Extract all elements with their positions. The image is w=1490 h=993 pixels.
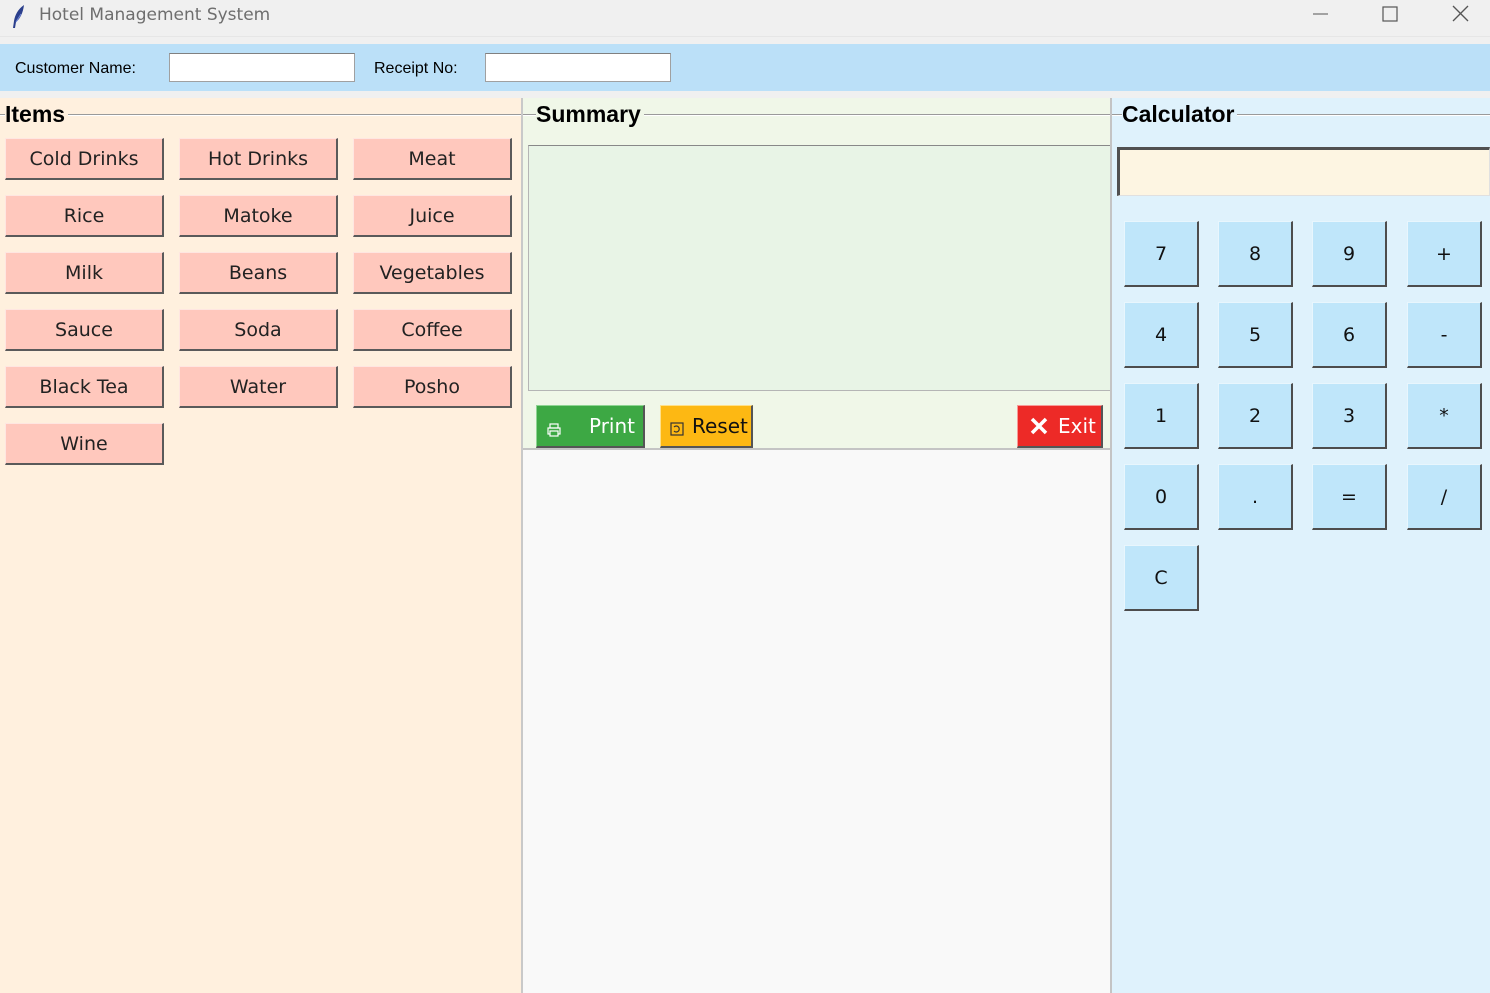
- item-button-meat[interactable]: Meat: [353, 138, 512, 180]
- reset-label: Reset: [692, 414, 748, 438]
- item-button-hot-drinks[interactable]: Hot Drinks: [179, 138, 338, 180]
- customer-name-input[interactable]: [169, 53, 355, 82]
- receipt-no-input[interactable]: [485, 53, 671, 82]
- calculator-panel: Calculator 7 8 9 +4 5 6- 1 2 3 * 0. = / C: [1110, 98, 1490, 993]
- close-icon[interactable]: [1430, 0, 1490, 30]
- customer-name-label: Customer Name:: [15, 60, 136, 77]
- calc-key-4[interactable]: 4: [1124, 302, 1199, 368]
- exit-button[interactable]: Exit: [1017, 405, 1103, 448]
- item-button-vegetables[interactable]: Vegetables: [353, 252, 512, 294]
- summary-title: Summary: [536, 101, 644, 128]
- calc-key-multiply[interactable]: *: [1407, 383, 1482, 449]
- summary-textbox[interactable]: [528, 145, 1111, 391]
- calc-key-minus[interactable]: -: [1407, 302, 1482, 368]
- item-button-soda[interactable]: Soda: [179, 309, 338, 351]
- calc-key-1[interactable]: 1: [1124, 383, 1199, 449]
- printer-icon: [547, 423, 561, 437]
- feather-icon: [13, 5, 24, 28]
- calc-key-divide[interactable]: /: [1407, 464, 1482, 530]
- calc-key-7[interactable]: 7: [1124, 221, 1199, 287]
- item-button-posho[interactable]: Posho: [353, 366, 512, 408]
- maximize-icon[interactable]: [1360, 0, 1420, 30]
- minimize-icon[interactable]: [1290, 0, 1350, 30]
- calc-key-clear[interactable]: C: [1124, 545, 1199, 611]
- summary-panel: Summary Print Reset Exit: [523, 98, 1112, 450]
- title-bar: Hotel Management System: [0, 0, 1490, 37]
- calc-key-8[interactable]: 8: [1218, 221, 1293, 287]
- item-button-water[interactable]: Water: [179, 366, 338, 408]
- items-title: Items: [5, 101, 69, 128]
- calc-key-5[interactable]: 5: [1218, 302, 1293, 368]
- close-x-icon: [1030, 417, 1048, 435]
- calc-key-9[interactable]: 9: [1312, 221, 1387, 287]
- items-panel: Items Cold Drinks Hot Drinks Meat Rice Matok…: [0, 98, 521, 993]
- item-button-wine[interactable]: Wine: [5, 423, 164, 465]
- calculator-display[interactable]: [1117, 147, 1490, 196]
- items-frame-border: [0, 114, 521, 116]
- reset-button[interactable]: Reset: [660, 405, 753, 448]
- item-button-matoke[interactable]: Matoke: [179, 195, 338, 237]
- window-title: Hotel Management System: [39, 5, 271, 25]
- customer-header: Customer Name: Receipt No:: [0, 44, 1490, 91]
- calc-key-6[interactable]: 6: [1312, 302, 1387, 368]
- item-button-sauce[interactable]: Sauce: [5, 309, 164, 351]
- calc-key-equals[interactable]: =: [1312, 464, 1387, 530]
- item-button-coffee[interactable]: Coffee: [353, 309, 512, 351]
- calc-key-decimal[interactable]: .: [1218, 464, 1293, 530]
- receipt-no-label: Receipt No:: [374, 60, 458, 77]
- item-button-cold-drinks[interactable]: Cold Drinks: [5, 138, 164, 180]
- item-button-rice[interactable]: Rice: [5, 195, 164, 237]
- calc-key-2[interactable]: 2: [1218, 383, 1293, 449]
- calc-key-0[interactable]: 0: [1124, 464, 1199, 530]
- print-button[interactable]: Print: [536, 405, 645, 448]
- calculator-title: Calculator: [1122, 101, 1238, 128]
- item-button-juice[interactable]: Juice: [353, 195, 512, 237]
- calc-key-plus[interactable]: +: [1407, 221, 1482, 287]
- item-button-milk[interactable]: Milk: [5, 252, 164, 294]
- item-button-beans[interactable]: Beans: [179, 252, 338, 294]
- print-label: Print: [589, 414, 636, 438]
- calc-key-3[interactable]: 3: [1312, 383, 1387, 449]
- exit-label: Exit: [1058, 414, 1096, 438]
- summary-area: Summary Print Reset Exit: [521, 98, 1112, 993]
- reset-icon: [670, 422, 684, 436]
- item-button-black-tea[interactable]: Black Tea: [5, 366, 164, 408]
